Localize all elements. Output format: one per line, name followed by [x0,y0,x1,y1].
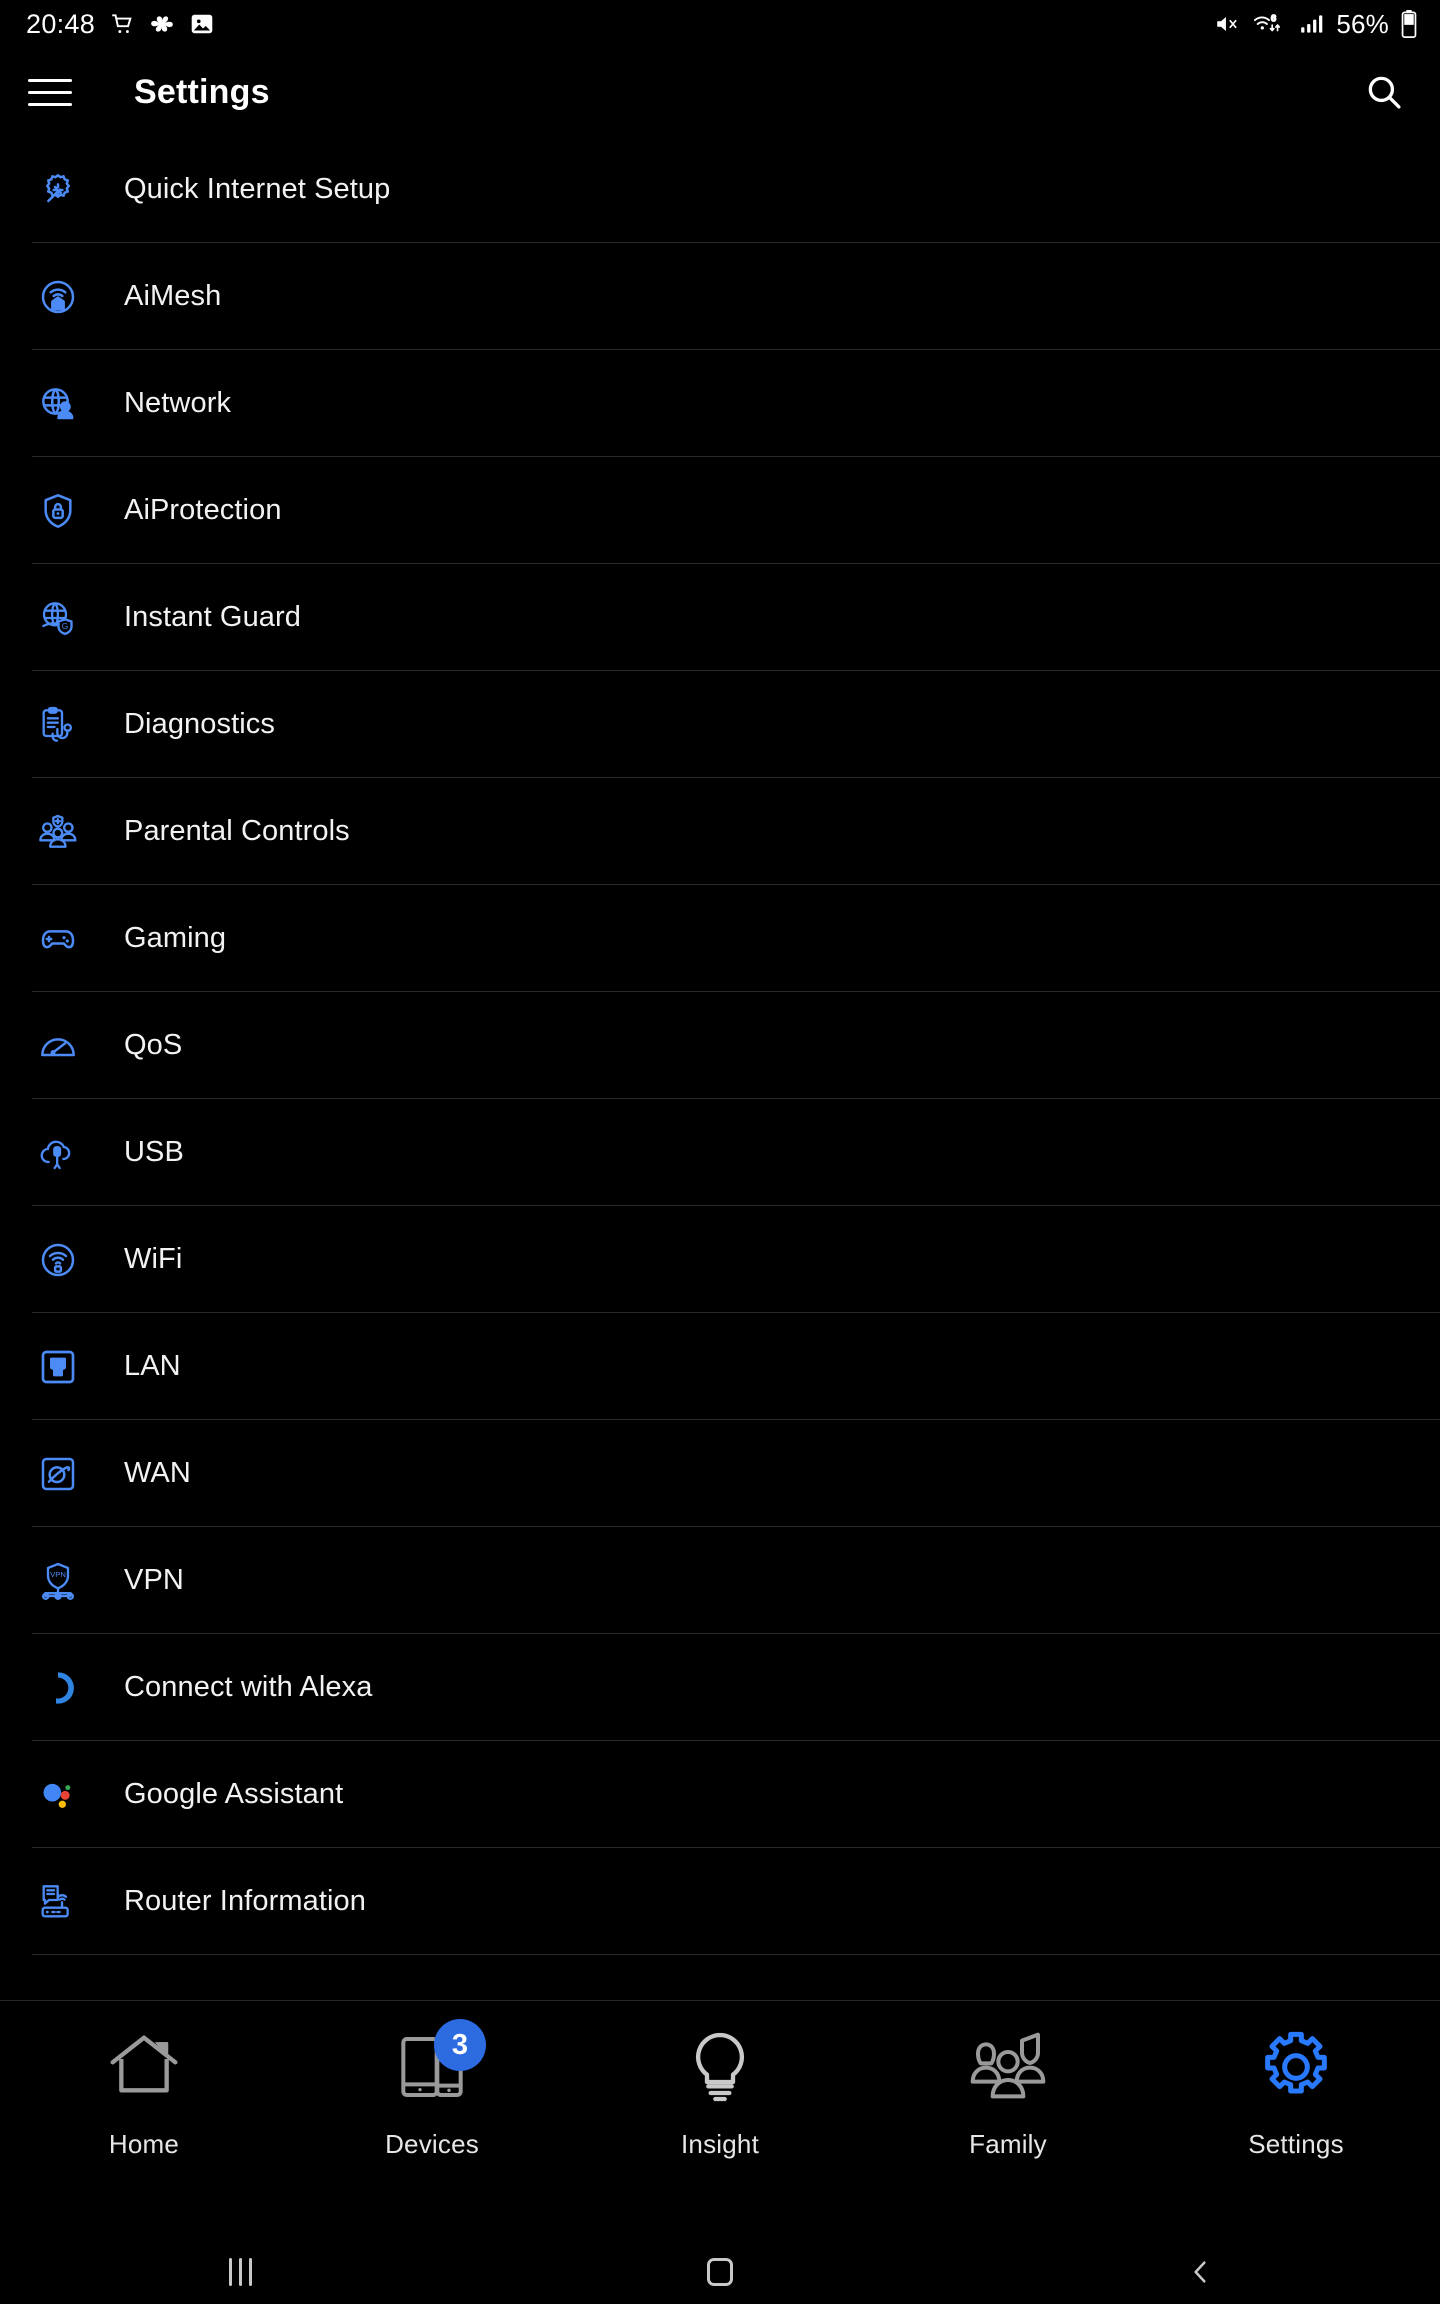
svg-text:6: 6 [1271,13,1276,23]
gamepad-icon [34,915,82,963]
settings-row-connect-with-alexa[interactable]: Connect with Alexa [0,1634,1440,1741]
router-info-icon [34,1878,82,1926]
alexa-ring-icon [34,1664,82,1712]
settings-row-label: Connect with Alexa [124,1671,373,1703]
clipboard-stethoscope-icon [34,701,82,749]
devices-icon: 3 [388,2019,486,2115]
settings-row-vpn[interactable]: VPN VPN [0,1527,1440,1634]
lightbulb-icon [676,2019,764,2115]
settings-row-usb[interactable]: USB [0,1099,1440,1206]
mute-icon [1213,11,1241,37]
cloud-usb-icon [34,1129,82,1177]
settings-row-network[interactable]: Network [0,350,1440,457]
settings-row-label: AiMesh [124,280,222,312]
android-navigation-bar [0,2240,1440,2304]
settings-row-aimesh[interactable]: AiMesh [0,243,1440,350]
settings-row-lan[interactable]: LAN [0,1313,1440,1420]
google-assistant-icon [34,1771,82,1819]
gear-icon [1252,2019,1340,2115]
settings-row-quick-internet-setup[interactable]: Quick Internet Setup [0,136,1440,243]
settings-row-wifi[interactable]: WiFi [0,1206,1440,1313]
settings-row-label: Network [124,387,232,419]
wifi-circle-icon [34,1236,82,1284]
wifi6-data-icon: 6 [1252,11,1288,37]
battery-percent: 56% [1336,8,1389,39]
tab-insight[interactable]: Insight [576,2019,864,2240]
settings-row-label: WiFi [124,1243,183,1275]
tab-home[interactable]: Home [0,2019,288,2240]
globe-user-icon [34,380,82,428]
tab-label: Family [969,2129,1047,2159]
signal-bars-icon [1299,11,1325,37]
mesh-home-wifi-icon [34,273,82,321]
pinwheel-icon [149,11,175,37]
status-time: 20:48 [26,8,96,39]
settings-row-label: Google Assistant [124,1778,344,1810]
tab-label: Devices [385,2129,479,2159]
back-icon[interactable] [960,2255,1440,2289]
status-bar-left: 20:48 [26,9,215,40]
search-icon[interactable] [1354,62,1414,122]
settings-row-label: VPN [124,1564,184,1596]
settings-row-label: QoS [124,1029,183,1061]
gear-wand-icon [34,166,82,214]
settings-row-label: Quick Internet Setup [124,173,391,205]
house-icon [100,2019,188,2115]
globe-orbit-icon [34,1450,82,1498]
settings-row-label: Gaming [124,922,227,954]
settings-row-label: AiProtection [124,494,282,526]
settings-list: Quick Internet Setup AiMesh Network AiPr… [0,136,1440,2000]
settings-row-router-information[interactable]: Router Information [0,1848,1440,1955]
ethernet-port-icon [34,1343,82,1391]
vpn-shield-icon: VPN [34,1557,82,1605]
app-screen: 20:48 6 56% Settings Quick Internet Setu… [0,0,1440,2304]
tab-family[interactable]: Family [864,2019,1152,2240]
tab-label: Insight [680,2129,759,2159]
home-icon[interactable] [480,2258,960,2286]
shield-lock-icon [34,487,82,535]
tab-label: Settings [1248,2129,1344,2159]
family-group-icon [34,808,82,856]
svg-text:G: G [62,621,68,631]
tab-label: Home [108,2129,180,2159]
settings-row-diagnostics[interactable]: Diagnostics [0,671,1440,778]
settings-row-qos[interactable]: QoS [0,992,1440,1099]
devices-badge: 3 [434,2019,486,2071]
image-icon [189,11,215,37]
settings-row-gaming[interactable]: Gaming [0,885,1440,992]
settings-row-label: Diagnostics [124,708,275,740]
status-bar: 20:48 6 56% [0,0,1440,48]
bottom-tab-bar: Home 3 Devices Insight Family Settings [0,2000,1440,2240]
settings-row-wan[interactable]: WAN [0,1420,1440,1527]
settings-row-label: WAN [124,1457,191,1489]
tab-settings[interactable]: Settings [1152,2019,1440,2240]
settings-row-instant-guard[interactable]: G Instant Guard [0,564,1440,671]
status-bar-right: 6 56% [1213,9,1418,40]
svg-text:VPN: VPN [50,1570,66,1579]
people-group-icon [964,2019,1052,2115]
globe-guard-icon: G [34,594,82,642]
page-title: Settings [134,72,270,111]
app-bar: Settings [0,48,1440,136]
settings-row-label: Parental Controls [124,815,350,847]
settings-row-label: Instant Guard [124,601,302,633]
settings-row-label: Router Information [124,1885,366,1917]
settings-row-aiprotection[interactable]: AiProtection [0,457,1440,564]
settings-row-label: USB [124,1136,184,1168]
settings-row-label: LAN [124,1350,181,1382]
speedometer-icon [34,1022,82,1070]
hamburger-menu-icon[interactable] [28,65,82,119]
tab-devices[interactable]: 3 Devices [288,2019,576,2240]
settings-row-google-assistant[interactable]: Google Assistant [0,1741,1440,1848]
shopping-cart-icon [109,11,135,37]
battery-icon [1400,10,1418,39]
settings-row-parental-controls[interactable]: Parental Controls [0,778,1440,885]
recents-icon[interactable] [0,2258,480,2286]
